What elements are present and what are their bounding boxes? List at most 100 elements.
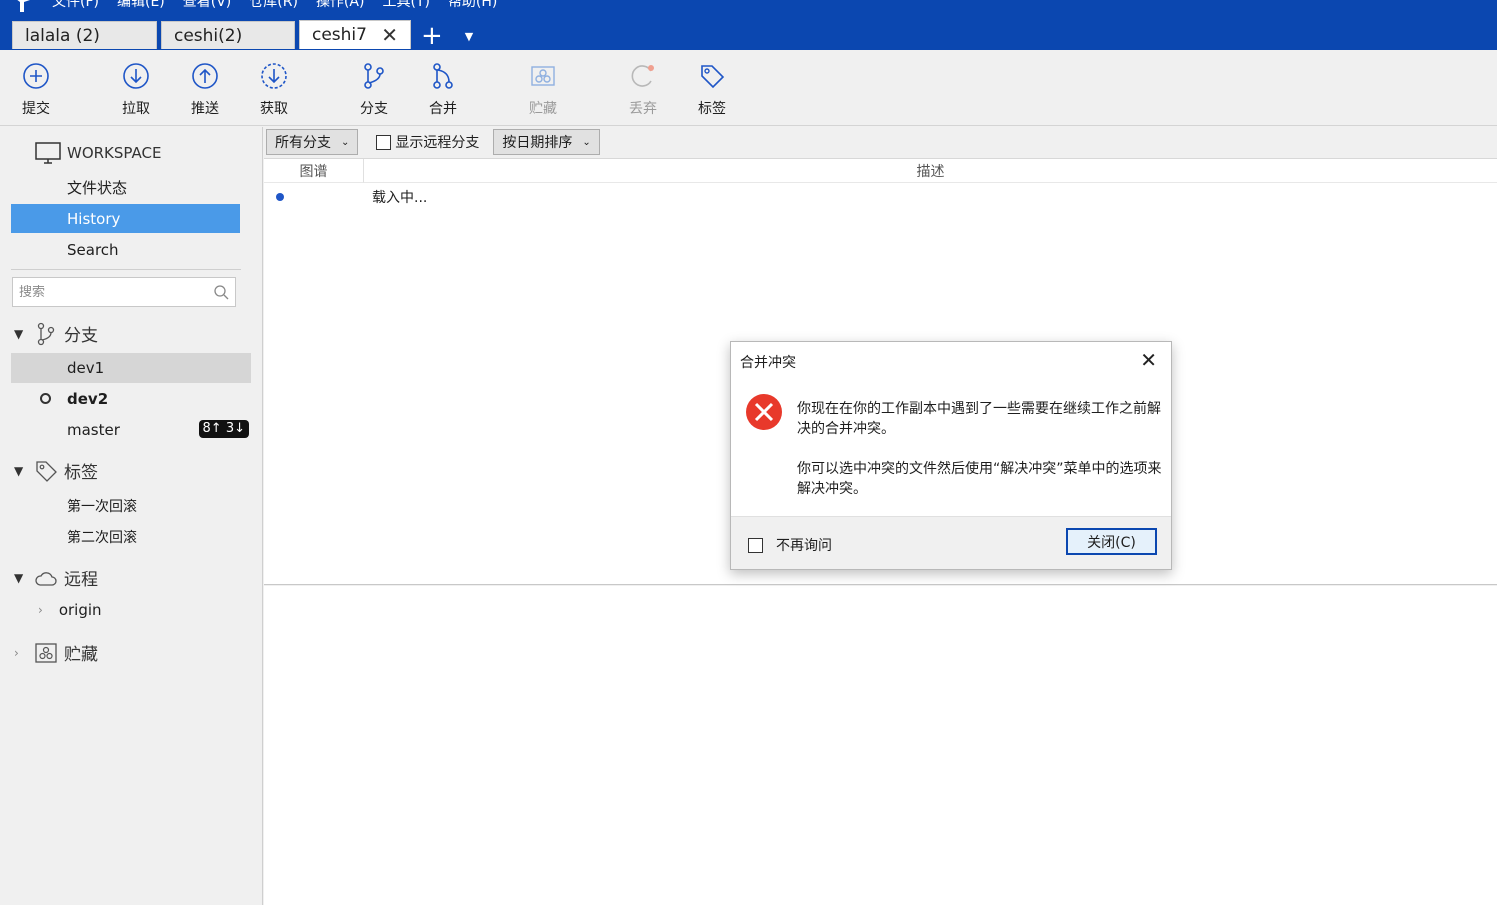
discard-button[interactable]: 丢弃 [618, 62, 668, 118]
remote-item-origin[interactable]: › origin [38, 601, 102, 619]
tag-button[interactable]: 标签 [687, 62, 737, 118]
repo-tabs: lalala (2) ceshi(2) ceshi7 ✕ + ▼ [12, 20, 473, 49]
push-label: 推送 [191, 101, 219, 117]
chevron-down-icon: ▼ [14, 326, 24, 341]
dialog-footer: 不再询问 关闭(C) [731, 516, 1171, 569]
stash-icon [531, 66, 555, 86]
fetch-label: 获取 [260, 101, 288, 117]
remotes-group-header[interactable]: ▼ 远程 [14, 565, 98, 590]
branch-filter-dropdown[interactable]: 所有分支 ⌄ [266, 129, 359, 155]
chevron-down-icon: ▼ [14, 570, 24, 585]
show-remote-label: 显示远程分支 [395, 135, 480, 151]
tab-label: ceshi(2) [174, 25, 243, 46]
branches-label: 分支 [64, 326, 98, 346]
sort-dropdown[interactable]: 按日期排序 ⌄ [493, 129, 600, 155]
add-tab-icon[interactable]: + [421, 23, 443, 49]
tab-close-icon[interactable]: ✕ [381, 23, 398, 47]
commit-button[interactable]: 提交 [11, 62, 61, 118]
loading-text: 载入中... [372, 190, 428, 206]
branch-name: dev1 [67, 359, 105, 377]
commit-detail-panel [264, 586, 1497, 905]
menu-help[interactable]: 帮助(H) [448, 0, 497, 10]
column-header-description[interactable]: 描述 [364, 159, 1497, 183]
menu-tools[interactable]: 工具(T) [382, 0, 429, 10]
column-header-graph[interactable]: 图谱 [264, 159, 364, 183]
chevron-down-icon: ⌄ [341, 136, 350, 148]
merge-button[interactable]: 合并 [418, 62, 468, 118]
tab-ceshi[interactable]: ceshi(2) [161, 21, 295, 49]
menu-view[interactable]: 查看(V) [183, 0, 232, 10]
tab-dropdown-icon[interactable]: ▼ [465, 30, 473, 43]
merge-icon [433, 63, 453, 89]
show-remote-checkbox[interactable]: 显示远程分支 [376, 132, 479, 152]
workspace-header: WORKSPACE [35, 141, 161, 165]
history-filters: 所有分支 ⌄ 显示远程分支 按日期排序 ⌄ [264, 127, 1497, 157]
fetch-button[interactable]: 获取 [249, 62, 299, 118]
push-button[interactable]: 推送 [180, 62, 230, 118]
branch-icon [37, 322, 55, 345]
push-icon [192, 63, 218, 89]
dont-ask-label: 不再询问 [776, 538, 832, 554]
app-logo-icon [17, 0, 30, 12]
merge-conflict-dialog: 合并冲突 ✕ 你现在在你的工作副本中遇到了一些需要在继续工作之前解决的合并冲突。… [730, 341, 1172, 570]
tab-lalala[interactable]: lalala (2) [12, 21, 157, 49]
close-button[interactable]: 关闭(C) [1066, 528, 1157, 555]
workspace-label: WORKSPACE [67, 144, 162, 162]
chevron-right-icon: › [14, 645, 19, 660]
sort-value: 按日期排序 [502, 135, 573, 151]
stash-button[interactable]: 贮藏 [518, 62, 568, 118]
branch-filter-value: 所有分支 [275, 135, 331, 151]
branch-label: 分支 [360, 101, 388, 117]
tag-item[interactable]: 第二次回滚 [67, 527, 137, 547]
dont-ask-checkbox[interactable]: 不再询问 [748, 535, 832, 555]
pull-button[interactable]: 拉取 [111, 62, 161, 118]
tags-group-header[interactable]: ▼ 标签 [14, 458, 98, 483]
search-icon[interactable] [213, 284, 229, 300]
commit-icon [23, 63, 49, 89]
tags-label: 标签 [64, 463, 98, 483]
graph-node-icon [276, 193, 284, 201]
merge-label: 合并 [429, 101, 457, 117]
tag-label: 标签 [698, 101, 726, 117]
tab-label: ceshi7 [312, 25, 367, 45]
branch-name: master [67, 421, 120, 439]
branch-button[interactable]: 分支 [349, 62, 399, 118]
branch-item-master[interactable]: master 8↑ 3↓ [11, 415, 251, 445]
discard-label: 丢弃 [629, 101, 657, 117]
remote-name: origin [58, 601, 102, 619]
tag-item[interactable]: 第一次回滚 [67, 496, 137, 516]
chevron-down-icon: ▼ [14, 463, 24, 478]
menu-actions[interactable]: 操作(A) [316, 0, 365, 10]
sidebar-item-history[interactable]: History [11, 204, 240, 233]
title-bar: 文件(F) 编辑(E) 查看(V) 仓库(R) 操作(A) 工具(T) 帮助(H… [0, 0, 1497, 50]
pull-icon [123, 63, 149, 89]
toolbar: 提交 拉取 推送 获取 分支 合并 贮藏 丢弃 标签 [0, 50, 1497, 126]
branch-item-dev1[interactable]: dev1 [11, 353, 251, 383]
menu-repository[interactable]: 仓库(R) [249, 0, 298, 10]
stash-group-header[interactable]: › 贮藏 [14, 640, 98, 665]
checkbox-box[interactable] [376, 134, 392, 150]
menu-edit[interactable]: 编辑(E) [117, 0, 165, 10]
current-branch-icon [40, 393, 51, 404]
discard-icon [631, 65, 654, 87]
branch-item-dev2[interactable]: dev2 [11, 384, 251, 414]
tag-icon [36, 460, 57, 482]
tab-ceshi7[interactable]: ceshi7 ✕ [299, 20, 411, 49]
sidebar-item-file-status[interactable]: 文件状态 [11, 173, 240, 202]
chevron-down-icon: ⌄ [582, 136, 591, 148]
tab-label: lalala (2) [25, 25, 100, 46]
menu-file[interactable]: 文件(F) [52, 0, 99, 10]
remotes-label: 远程 [64, 570, 98, 590]
stash-label: 贮藏 [64, 645, 98, 665]
checkbox-box[interactable] [748, 537, 763, 553]
close-icon[interactable]: ✕ [1140, 350, 1157, 370]
chevron-right-icon: › [38, 603, 43, 617]
cloud-icon [35, 571, 57, 586]
branch-name: dev2 [67, 390, 109, 408]
branch-icon [364, 63, 384, 89]
dialog-message-hint: 你可以选中冲突的文件然后使用“解决冲突”菜单中的选项来解决冲突。 [797, 461, 1162, 497]
branches-group-header[interactable]: ▼ 分支 [14, 321, 98, 346]
sidebar-item-search[interactable]: Search [11, 235, 240, 264]
search-input[interactable] [19, 284, 199, 300]
commit-label: 提交 [22, 101, 50, 117]
